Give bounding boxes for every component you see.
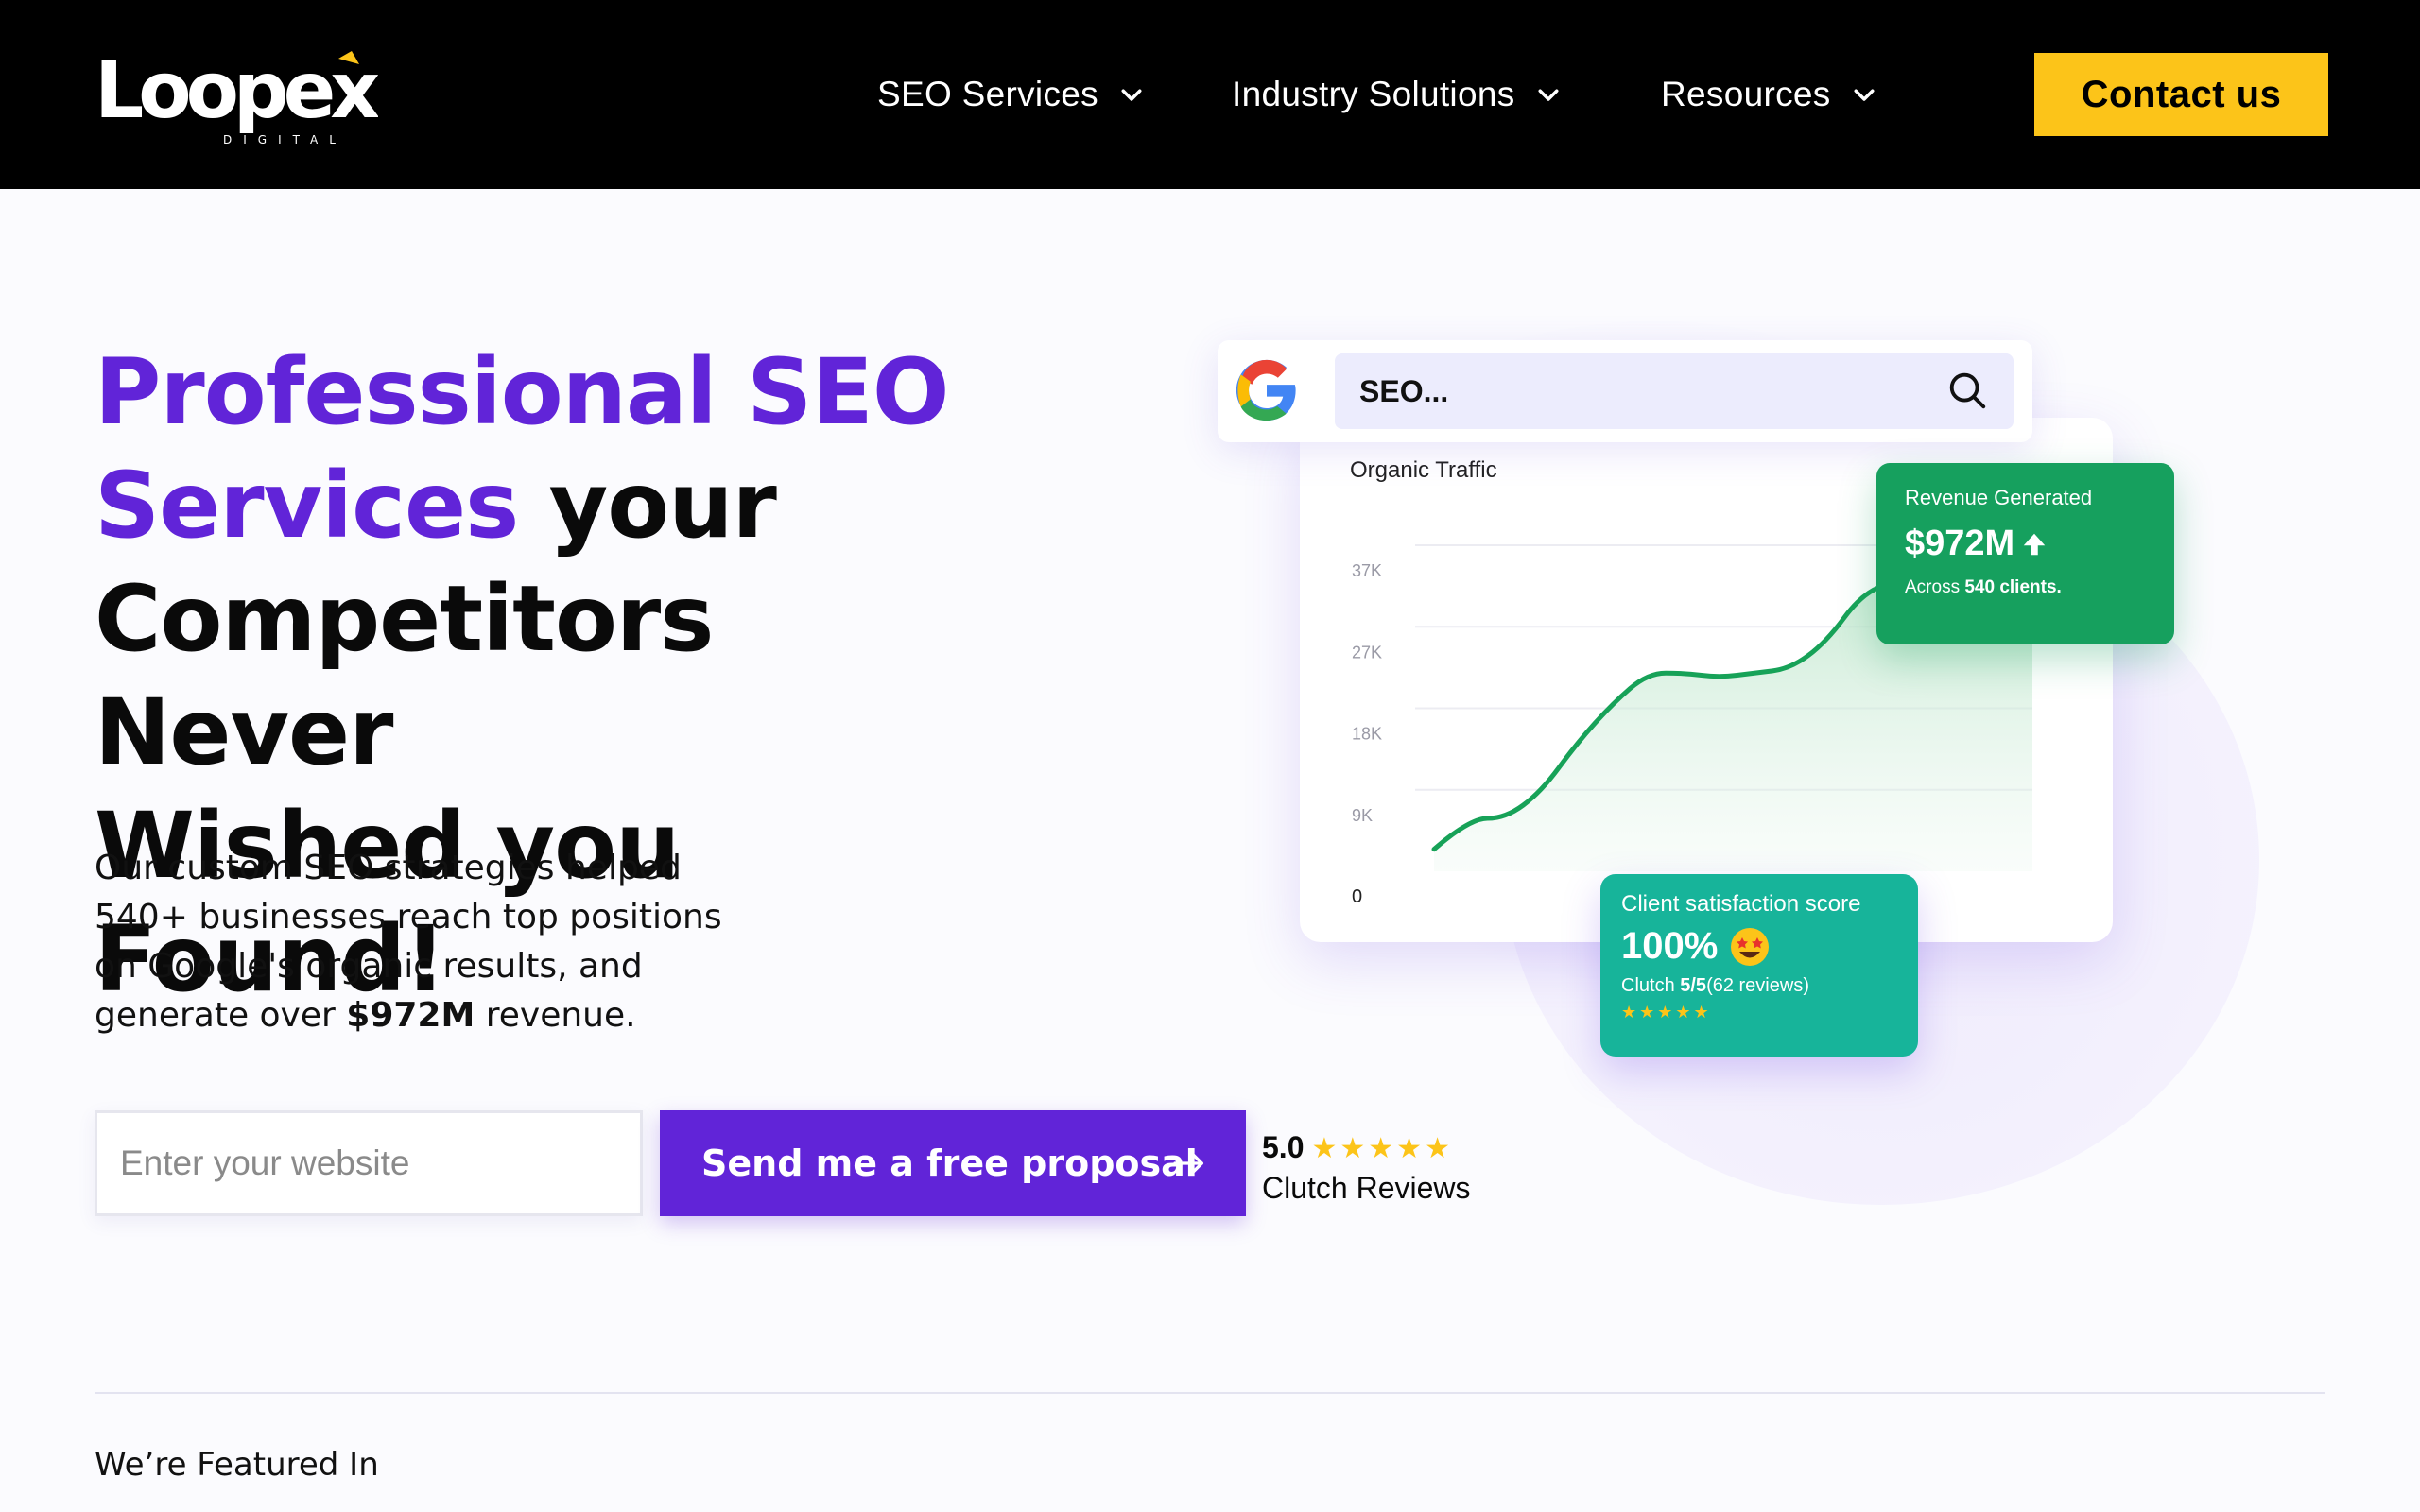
revenue-card-title: Revenue Generated (1905, 486, 2093, 509)
search-query-field: SEO... (1335, 353, 2014, 429)
search-icon (1949, 372, 1986, 409)
satisfaction-sub-bold: 5/5 (1680, 975, 1707, 996)
satisfaction-card-title: Client satisfaction score (1621, 891, 1861, 917)
nav-resources[interactable]: Resources (1661, 0, 1878, 189)
chart-y-tick-label: 9K (1352, 806, 1373, 825)
satisfaction-sub-suffix: (62 reviews) (1706, 975, 1809, 996)
logo-graphic: Loopex DIGITAL (95, 46, 385, 146)
nav-label: SEO Services (877, 75, 1098, 113)
chart-title: Organic Traffic (1350, 457, 1497, 483)
headline-line-3: Competitors Never (95, 566, 714, 785)
revenue-generated-card: Revenue Generated $972M Across 540 clien… (1876, 463, 2174, 644)
clutch-label: Clutch Reviews (1262, 1171, 1471, 1205)
headline-accent-2: Services (95, 453, 519, 558)
star-struck-emoji-icon (1731, 927, 1770, 966)
clutch-stars-icon: ★★★★★ (1311, 1133, 1453, 1164)
nav-industry-solutions[interactable]: Industry Solutions (1232, 0, 1563, 189)
revenue-amount: $972M (1905, 524, 2015, 563)
chart-y-tick-label: 27K (1352, 643, 1382, 662)
chart-y-tick-label: 18K (1352, 725, 1382, 744)
arrow-up-icon (2023, 533, 2046, 555)
satisfaction-value: 100% (1621, 925, 1897, 968)
satisfaction-card-subtext: Clutch 5/5(62 reviews) (1621, 975, 1897, 997)
clutch-rating[interactable]: 5.0 ★★★★★ Clutch Reviews (1262, 1130, 1471, 1206)
nav-seo-services[interactable]: SEO Services (877, 0, 1146, 189)
logo-wordmark: Loopex (95, 46, 378, 136)
send-proposal-button[interactable]: Send me a free proposal (660, 1110, 1246, 1216)
satisfaction-stars-icon: ★★★★★ (1621, 1003, 1712, 1022)
headline-accent-1: Professional SEO (95, 339, 949, 445)
clutch-score: 5.0 (1262, 1130, 1305, 1164)
loopex-logo[interactable]: Loopex DIGITAL (95, 42, 385, 155)
client-satisfaction-card: Client satisfaction score 100% Clutch 5/… (1600, 874, 1918, 1057)
revenue-sub-prefix: Across (1905, 577, 1965, 597)
chevron-down-icon (1854, 89, 1875, 101)
chart-y-tick-label: 37K (1352, 561, 1382, 580)
featured-in-heading: We’re Featured In (95, 1446, 379, 1484)
chevron-down-icon (1538, 89, 1559, 101)
hero-subtext: Our custom SEO strategies helped 540+ bu… (95, 844, 756, 1040)
arrow-right-icon (1173, 1152, 1203, 1175)
revenue-sub-bold: 540 clients. (1964, 577, 2062, 597)
nav-label: Resources (1661, 75, 1831, 113)
section-divider (95, 1392, 2325, 1394)
revenue-card-subtext: Across 540 clients. (1905, 577, 2146, 598)
satisfaction-percent: 100% (1621, 925, 1719, 967)
chevron-down-icon (1121, 89, 1142, 101)
proposal-button-label: Send me a free proposal (701, 1143, 1198, 1184)
revenue-value: $972M (1905, 524, 2146, 564)
nav-label: Industry Solutions (1232, 75, 1515, 113)
site-header: Loopex DIGITAL SEO Services Industry Sol… (0, 0, 2420, 189)
headline-rest-1: your (518, 453, 777, 558)
satisfaction-sub-prefix: Clutch (1621, 975, 1681, 996)
subtext-bold: $972M (346, 996, 475, 1035)
subtext-part-2: revenue. (475, 996, 636, 1035)
google-logo-icon (1236, 359, 1296, 421)
contact-us-button[interactable]: Contact us (2034, 53, 2328, 136)
logo-subtext: DIGITAL (223, 133, 347, 146)
website-input[interactable] (95, 1110, 643, 1216)
chart-y-tick-label: 0 (1352, 886, 1362, 907)
